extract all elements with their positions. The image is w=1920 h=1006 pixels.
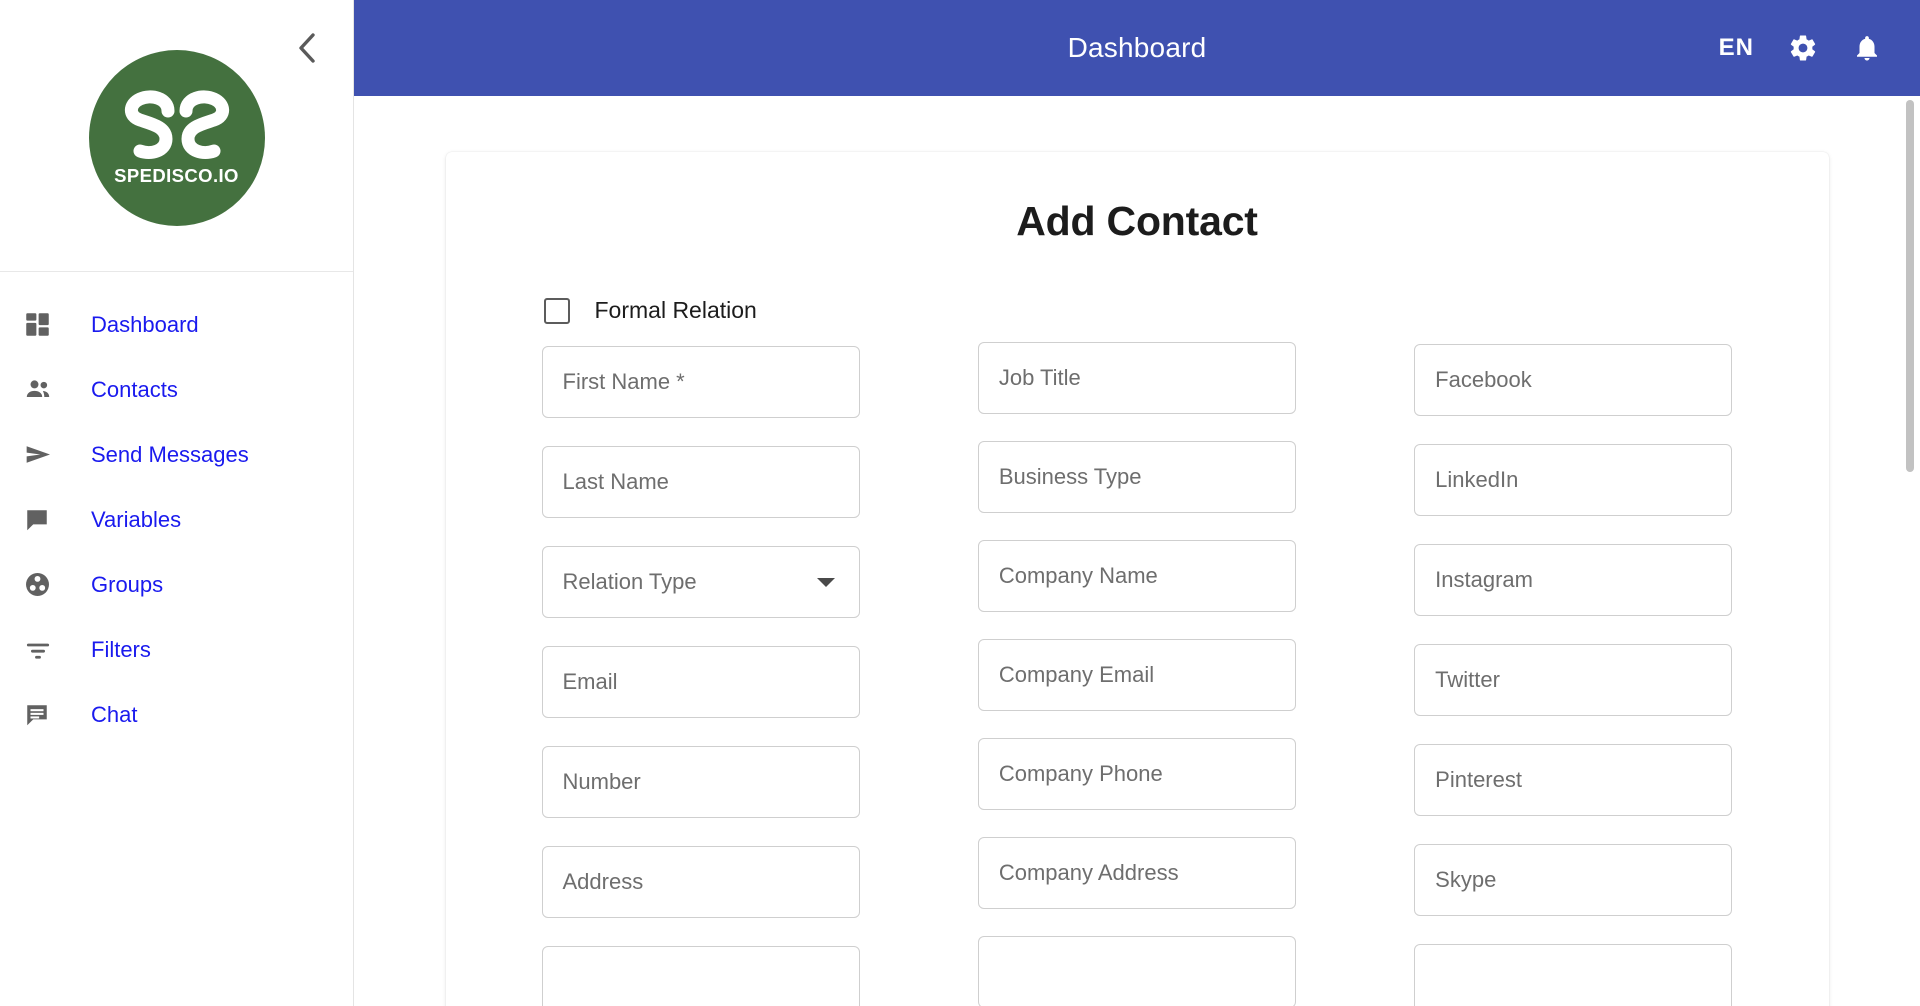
field-placeholder: Relation Type: [562, 569, 697, 594]
company-email-input[interactable]: Company Email: [977, 639, 1297, 711]
bell-icon: [1852, 33, 1882, 63]
form-column-company: Job Title Business Type Company Name Com…: [977, 342, 1414, 1006]
pinterest-input[interactable]: Pinterest: [1414, 744, 1733, 816]
people-icon: [24, 376, 68, 404]
formal-relation-row: Formal Relation: [446, 297, 1829, 324]
sidebar: SPEDISCO.IO Dashboard Contacts Send Mess…: [0, 0, 354, 1006]
sidebar-item-label: Contacts: [91, 376, 178, 402]
field-placeholder: Company Email: [998, 662, 1155, 687]
company-extra-input[interactable]: [977, 936, 1297, 1006]
scrollbar-thumb[interactable]: [1906, 100, 1914, 472]
address-input[interactable]: Address: [541, 846, 860, 918]
field-placeholder: First Name *: [562, 369, 685, 394]
company-address-input[interactable]: Company Address: [977, 837, 1297, 909]
topbar-actions: EN: [1717, 30, 1884, 66]
formal-relation-label: Formal Relation: [594, 297, 757, 323]
bubble-chart-icon: [24, 571, 68, 598]
chevron-left-icon: [296, 32, 318, 64]
settings-button[interactable]: [1786, 31, 1820, 65]
last-name-input[interactable]: Last Name: [541, 446, 860, 518]
facebook-input[interactable]: Facebook: [1414, 344, 1733, 416]
field-placeholder: Number: [562, 769, 641, 794]
send-arrow-icon: [24, 440, 68, 469]
field-placeholder: Company Phone: [998, 761, 1163, 786]
field-placeholder: Twitter: [1435, 667, 1500, 692]
language-button[interactable]: EN: [1717, 30, 1756, 66]
contact-form-grid: First Name * Last Name Relation Type Ema…: [446, 342, 1829, 1006]
sidebar-item-contacts[interactable]: Contacts: [0, 357, 353, 422]
chevron-down-icon: [816, 577, 835, 587]
email-input[interactable]: Email: [541, 646, 860, 718]
linkedin-input[interactable]: LinkedIn: [1414, 444, 1733, 516]
sidebar-nav: Dashboard Contacts Send Messages Variabl…: [0, 272, 353, 747]
filter-lines-icon: [24, 636, 68, 664]
sidebar-item-label: Chat: [91, 701, 138, 727]
sidebar-item-groups[interactable]: Groups: [0, 552, 353, 617]
field-placeholder: Email: [562, 669, 618, 694]
field-placeholder: Last Name: [562, 469, 669, 494]
field-placeholder: LinkedIn: [1435, 467, 1519, 492]
sidebar-item-label: Filters: [91, 636, 151, 662]
field-placeholder: Job Title: [998, 365, 1081, 390]
field-placeholder: Instagram: [1435, 567, 1533, 592]
personal-extra-input[interactable]: [541, 946, 860, 1006]
sidebar-item-label: Send Messages: [91, 441, 249, 467]
first-name-input[interactable]: First Name *: [541, 346, 860, 418]
card-title: Add Contact: [1016, 198, 1258, 244]
form-column-personal: First Name * Last Name Relation Type Ema…: [541, 346, 978, 1006]
company-phone-input[interactable]: Company Phone: [977, 738, 1297, 810]
main-area: Dashboard EN Add Contact Formal Relation…: [354, 0, 1920, 1006]
sidebar-item-dashboard[interactable]: Dashboard: [0, 292, 353, 357]
content-scroll-region: Add Contact Formal Relation First Name *…: [354, 96, 1920, 1006]
top-app-bar: Dashboard EN: [354, 0, 1920, 96]
page-title: Dashboard: [1067, 32, 1207, 63]
company-name-input[interactable]: Company Name: [977, 540, 1297, 612]
field-placeholder: Skype: [1435, 867, 1497, 892]
content-scrollbar[interactable]: [1906, 96, 1914, 1006]
sidebar-item-variables[interactable]: Variables: [0, 487, 353, 552]
form-column-social: Facebook LinkedIn Instagram Twitter Pint: [1414, 344, 1733, 1006]
logo-circle: SPEDISCO.IO: [88, 49, 265, 226]
social-extra-input[interactable]: [1414, 944, 1733, 1006]
sidebar-item-chat[interactable]: Chat: [0, 682, 353, 747]
twitter-input[interactable]: Twitter: [1414, 644, 1733, 716]
field-placeholder: Pinterest: [1435, 767, 1522, 792]
notifications-button[interactable]: [1850, 31, 1884, 65]
field-placeholder: Company Address: [998, 860, 1179, 885]
chat-bubble-icon: [24, 507, 68, 533]
field-placeholder: Address: [562, 869, 644, 894]
spedisco-mark-icon: [118, 89, 236, 166]
field-placeholder: Company Name: [998, 563, 1158, 588]
logo-brand-text: SPEDISCO.IO: [114, 165, 239, 187]
sidebar-item-filters[interactable]: Filters: [0, 617, 353, 682]
skype-input[interactable]: Skype: [1414, 844, 1733, 916]
formal-relation-checkbox[interactable]: [543, 297, 570, 324]
app-root: SPEDISCO.IO Dashboard Contacts Send Mess…: [0, 0, 1920, 1006]
sidebar-item-label: Dashboard: [91, 311, 199, 337]
business-type-input[interactable]: Business Type: [977, 441, 1297, 513]
sidebar-item-label: Groups: [91, 571, 164, 597]
sidebar-item-send-messages[interactable]: Send Messages: [0, 422, 353, 487]
field-placeholder: Facebook: [1435, 367, 1532, 392]
dashboard-grid-icon: [24, 311, 68, 338]
number-input[interactable]: Number: [541, 746, 860, 818]
gear-icon: [1788, 33, 1818, 63]
field-placeholder: Business Type: [998, 464, 1142, 489]
job-title-input[interactable]: Job Title: [977, 342, 1297, 414]
sidebar-item-label: Variables: [91, 506, 182, 532]
instagram-input[interactable]: Instagram: [1414, 544, 1733, 616]
sidebar-collapse-button[interactable]: [287, 28, 327, 68]
relation-type-select[interactable]: Relation Type: [541, 546, 860, 618]
chat-lines-icon: [24, 702, 68, 728]
add-contact-card: Add Contact Formal Relation First Name *…: [445, 152, 1829, 1006]
